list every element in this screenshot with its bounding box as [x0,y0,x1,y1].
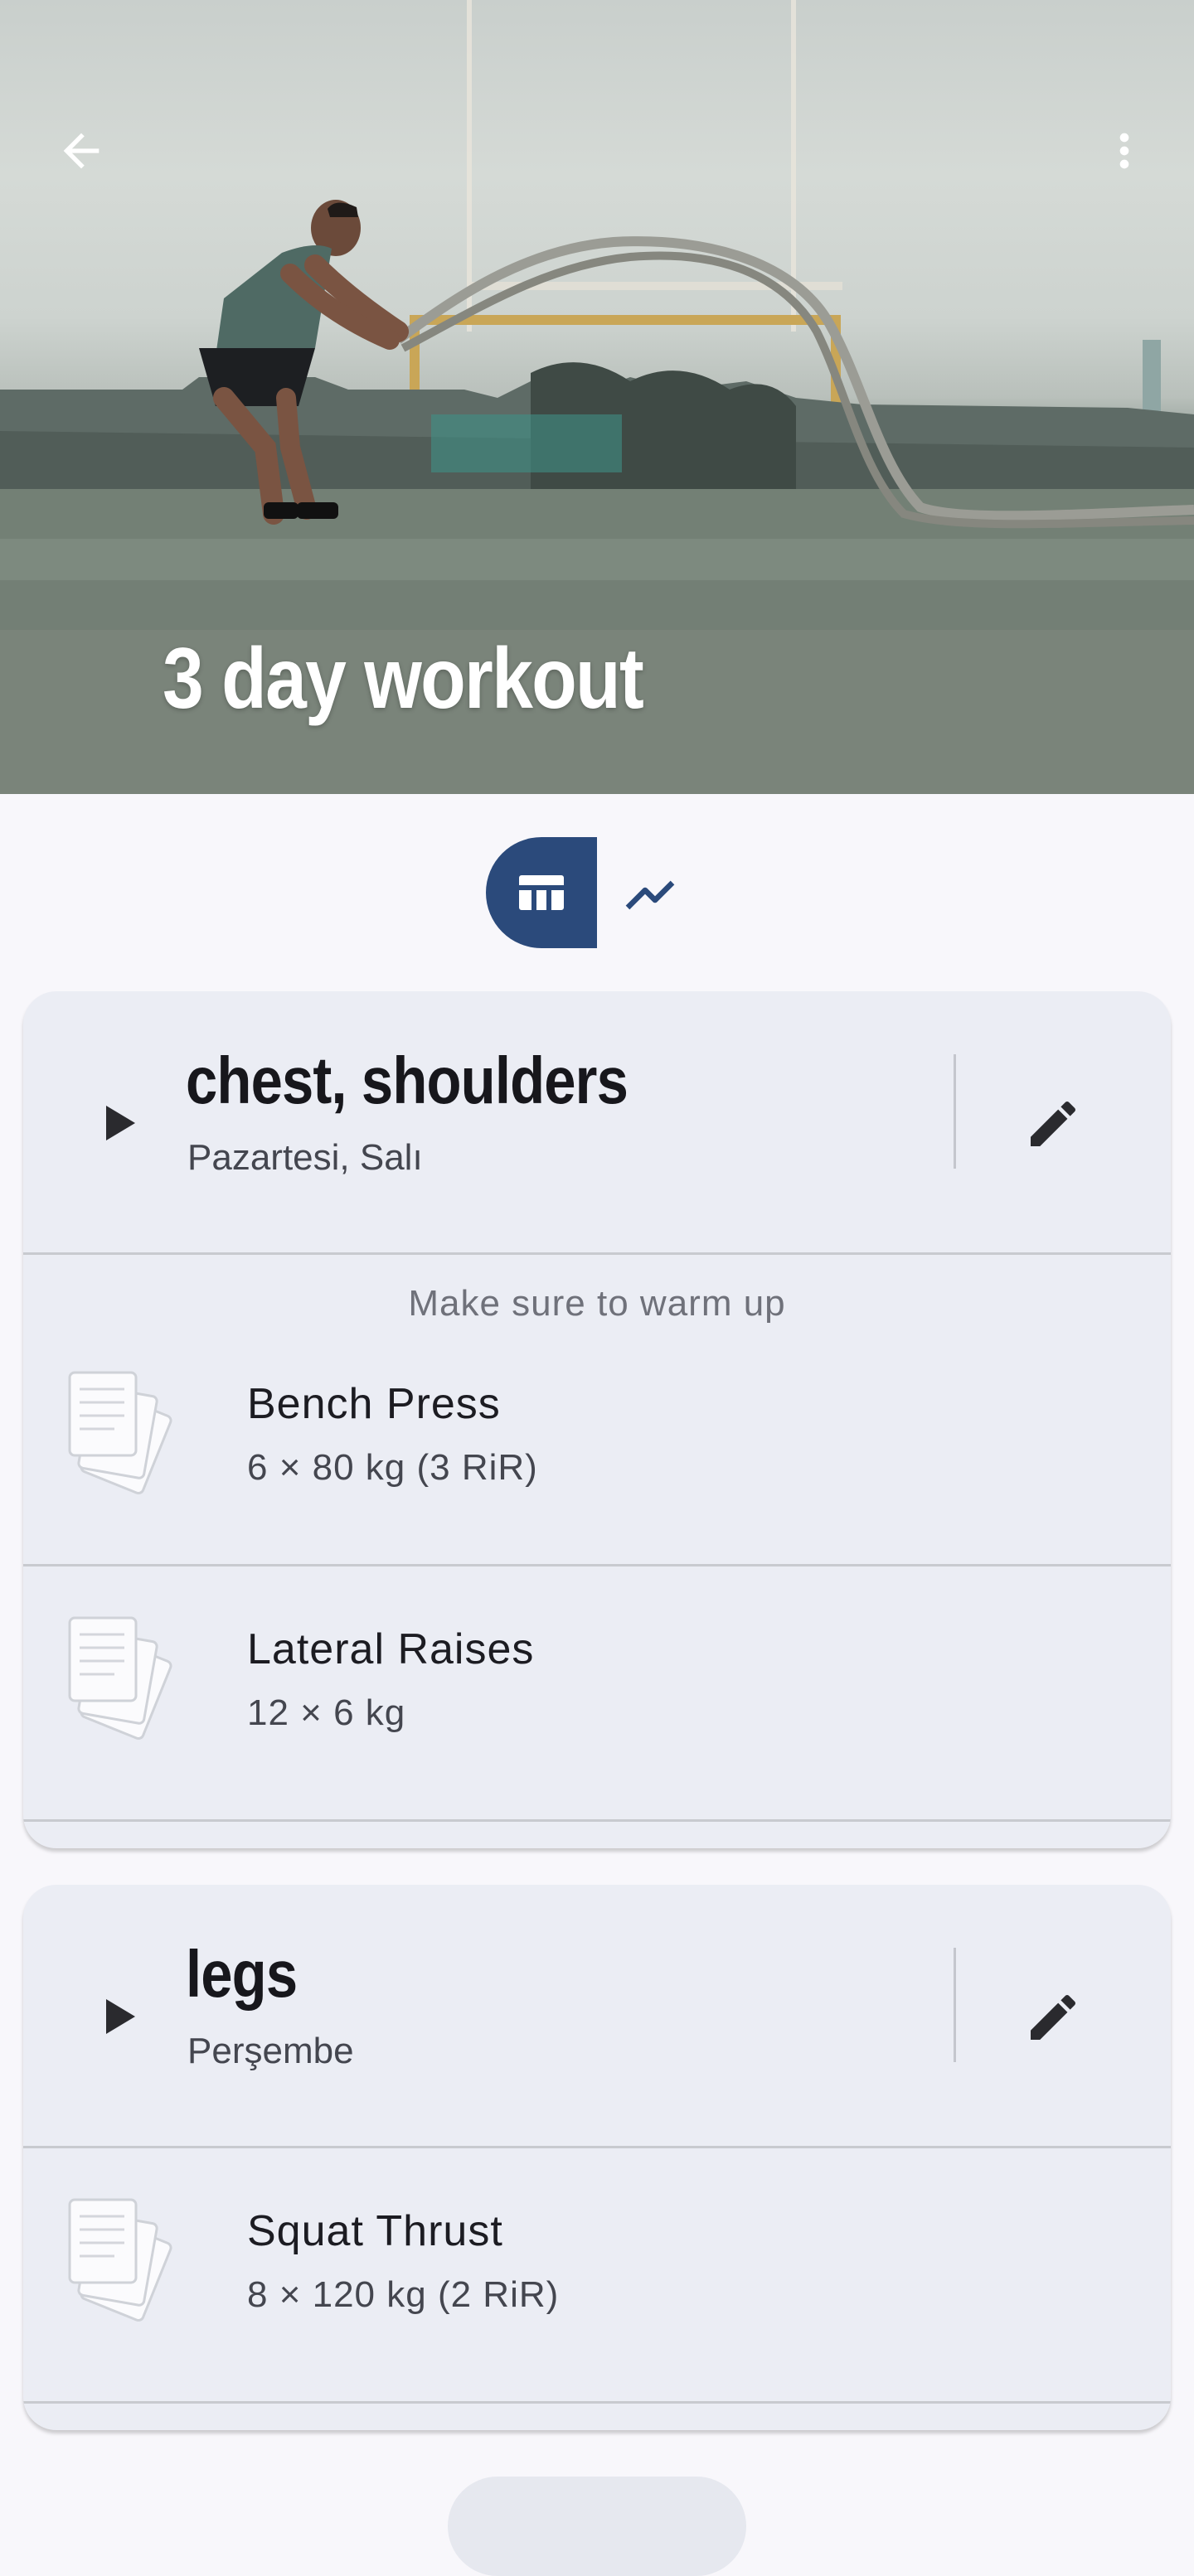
divider [954,1948,956,2062]
arrow-back-icon [63,133,100,169]
exercise-detail: 6 × 80 kg (3 RiR) [247,1447,538,1488]
edit-day-button[interactable] [1003,1074,1103,1174]
exercise-name: Lateral Raises [247,1625,535,1673]
exercise-row[interactable]: Lateral Raises 12 × 6 kg [23,1566,1171,1822]
exercise-name: Squat Thrust [247,2207,503,2255]
play-icon [106,1106,135,1140]
trending-up-icon [625,880,675,910]
day-title: chest, shoulders [186,1043,629,1117]
edit-icon [1031,1994,1076,2040]
card-footer [23,1822,1171,1845]
start-workout-button[interactable] [85,1090,151,1156]
exercise-row[interactable]: Make sure to warm up Bench Press 6 × 80 … [23,1255,1171,1566]
play-icon [106,1999,135,2034]
page-title: 3 day workout [163,631,644,727]
exercise-detail: 8 × 120 kg (2 RiR) [247,2274,560,2315]
edit-day-button[interactable] [1003,1968,1103,2067]
divider [954,1054,956,1169]
view-toggle [486,837,708,948]
tab-table-view[interactable] [486,837,597,948]
exercise-name: Bench Press [247,1380,501,1428]
day-subtitle: Pazartesi, Salı [187,1137,423,1178]
day-subtitle: Perşembe [187,2031,354,2071]
tab-chart-view[interactable] [597,837,708,948]
header-image: 3 day workout [0,0,1194,794]
exercise-row[interactable]: Squat Thrust 8 × 120 kg (2 RiR) [23,2148,1171,2404]
table-icon [519,875,564,910]
day-header[interactable]: chest, shoulders Pazartesi, Salı [23,991,1171,1255]
exercise-detail: 12 × 6 kg [247,1692,406,1733]
more-vert-icon [1119,133,1129,169]
floating-action-button[interactable] [448,2477,746,2576]
start-workout-button[interactable] [85,1983,151,2050]
exercise-placeholder-icon [68,1371,172,1495]
day-header[interactable]: legs Perşembe [23,1885,1171,2148]
day-note: Make sure to warm up [408,1283,786,1324]
more-options-button[interactable] [1075,101,1174,201]
edit-icon [1031,1101,1076,1146]
day-title: legs [186,1937,298,2011]
back-button[interactable] [32,101,131,201]
exercise-placeholder-icon [68,1616,172,1741]
day-card: legs Perşembe Squat Thrust 8 × 120 kg (2… [23,1885,1171,2430]
card-footer [23,2404,1171,2427]
day-card: chest, shoulders Pazartesi, Salı Make su… [23,991,1171,1848]
exercise-placeholder-icon [68,2198,172,2322]
